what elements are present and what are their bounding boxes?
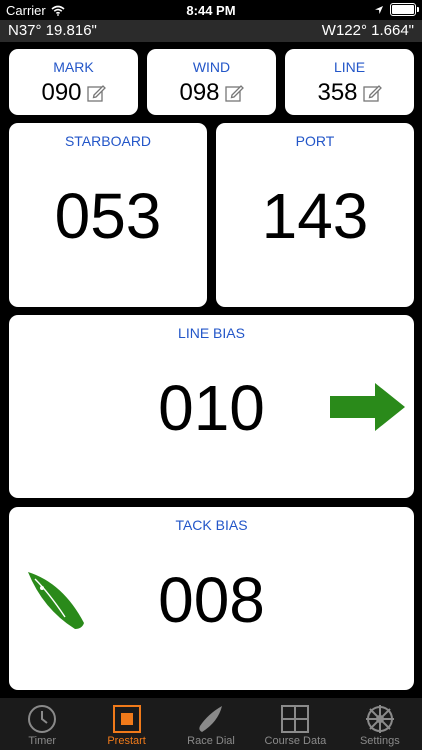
status-right [374, 3, 419, 16]
tab-course-data-label: Course Data [264, 735, 327, 747]
tab-timer[interactable]: Timer [0, 698, 84, 750]
starboard-card: STARBOARD 053 [9, 123, 207, 307]
wind-card[interactable]: WIND 098 [147, 49, 276, 115]
wind-value: 098 [179, 79, 220, 106]
line-card[interactable]: LINE 358 [285, 49, 414, 115]
latitude: N37° 19.816" [8, 22, 97, 39]
tab-prestart[interactable]: Prestart [84, 698, 168, 750]
location-arrow-icon [375, 5, 383, 14]
tab-prestart-label: Prestart [107, 735, 146, 747]
edit-icon[interactable] [86, 83, 106, 103]
line-value: 358 [317, 79, 358, 106]
port-value: 143 [261, 180, 369, 252]
prestart-icon [112, 705, 141, 733]
clock-icon [28, 705, 57, 733]
tab-race-dial[interactable]: Race Dial [169, 698, 253, 750]
status-bar: Carrier 8:44 PM [0, 0, 422, 20]
port-label: PORT [295, 133, 335, 149]
battery-icon [390, 3, 419, 16]
tack-bias-card: TACK BIAS 008 [9, 507, 414, 690]
tab-bar: Timer Prestart Race Dial Course Data Set… [0, 698, 422, 750]
port-card: PORT 143 [216, 123, 414, 307]
tab-settings[interactable]: Settings [338, 698, 422, 750]
line-bias-label: LINE BIAS [178, 325, 245, 341]
starboard-label: STARBOARD [64, 133, 152, 149]
mark-card[interactable]: MARK 090 [9, 49, 138, 115]
tab-course-data[interactable]: Course Data [253, 698, 337, 750]
boat-icon [28, 572, 84, 629]
wind-label: WIND [192, 59, 231, 75]
tab-settings-label: Settings [359, 735, 400, 747]
grid-icon [281, 705, 310, 733]
tab-timer-label: Timer [28, 735, 57, 747]
tack-bias-label: TACK BIAS [175, 517, 248, 533]
tab-race-dial-label: Race Dial [187, 735, 235, 747]
mark-value: 090 [41, 79, 82, 106]
longitude: W122° 1.664" [321, 22, 414, 39]
line-label: LINE [333, 59, 366, 75]
line-bias-card: LINE BIAS 010 [9, 315, 414, 498]
edit-icon[interactable] [224, 83, 244, 103]
sail-icon [199, 706, 223, 732]
wheel-icon [365, 705, 394, 733]
starboard-value: 053 [54, 180, 162, 252]
mark-label: MARK [53, 59, 94, 75]
status-time: 8:44 PM [186, 3, 236, 18]
edit-icon[interactable] [362, 83, 382, 103]
coordinates-bar: N37° 19.816" W122° 1.664" [0, 20, 422, 42]
arrow-right-icon [330, 383, 405, 431]
